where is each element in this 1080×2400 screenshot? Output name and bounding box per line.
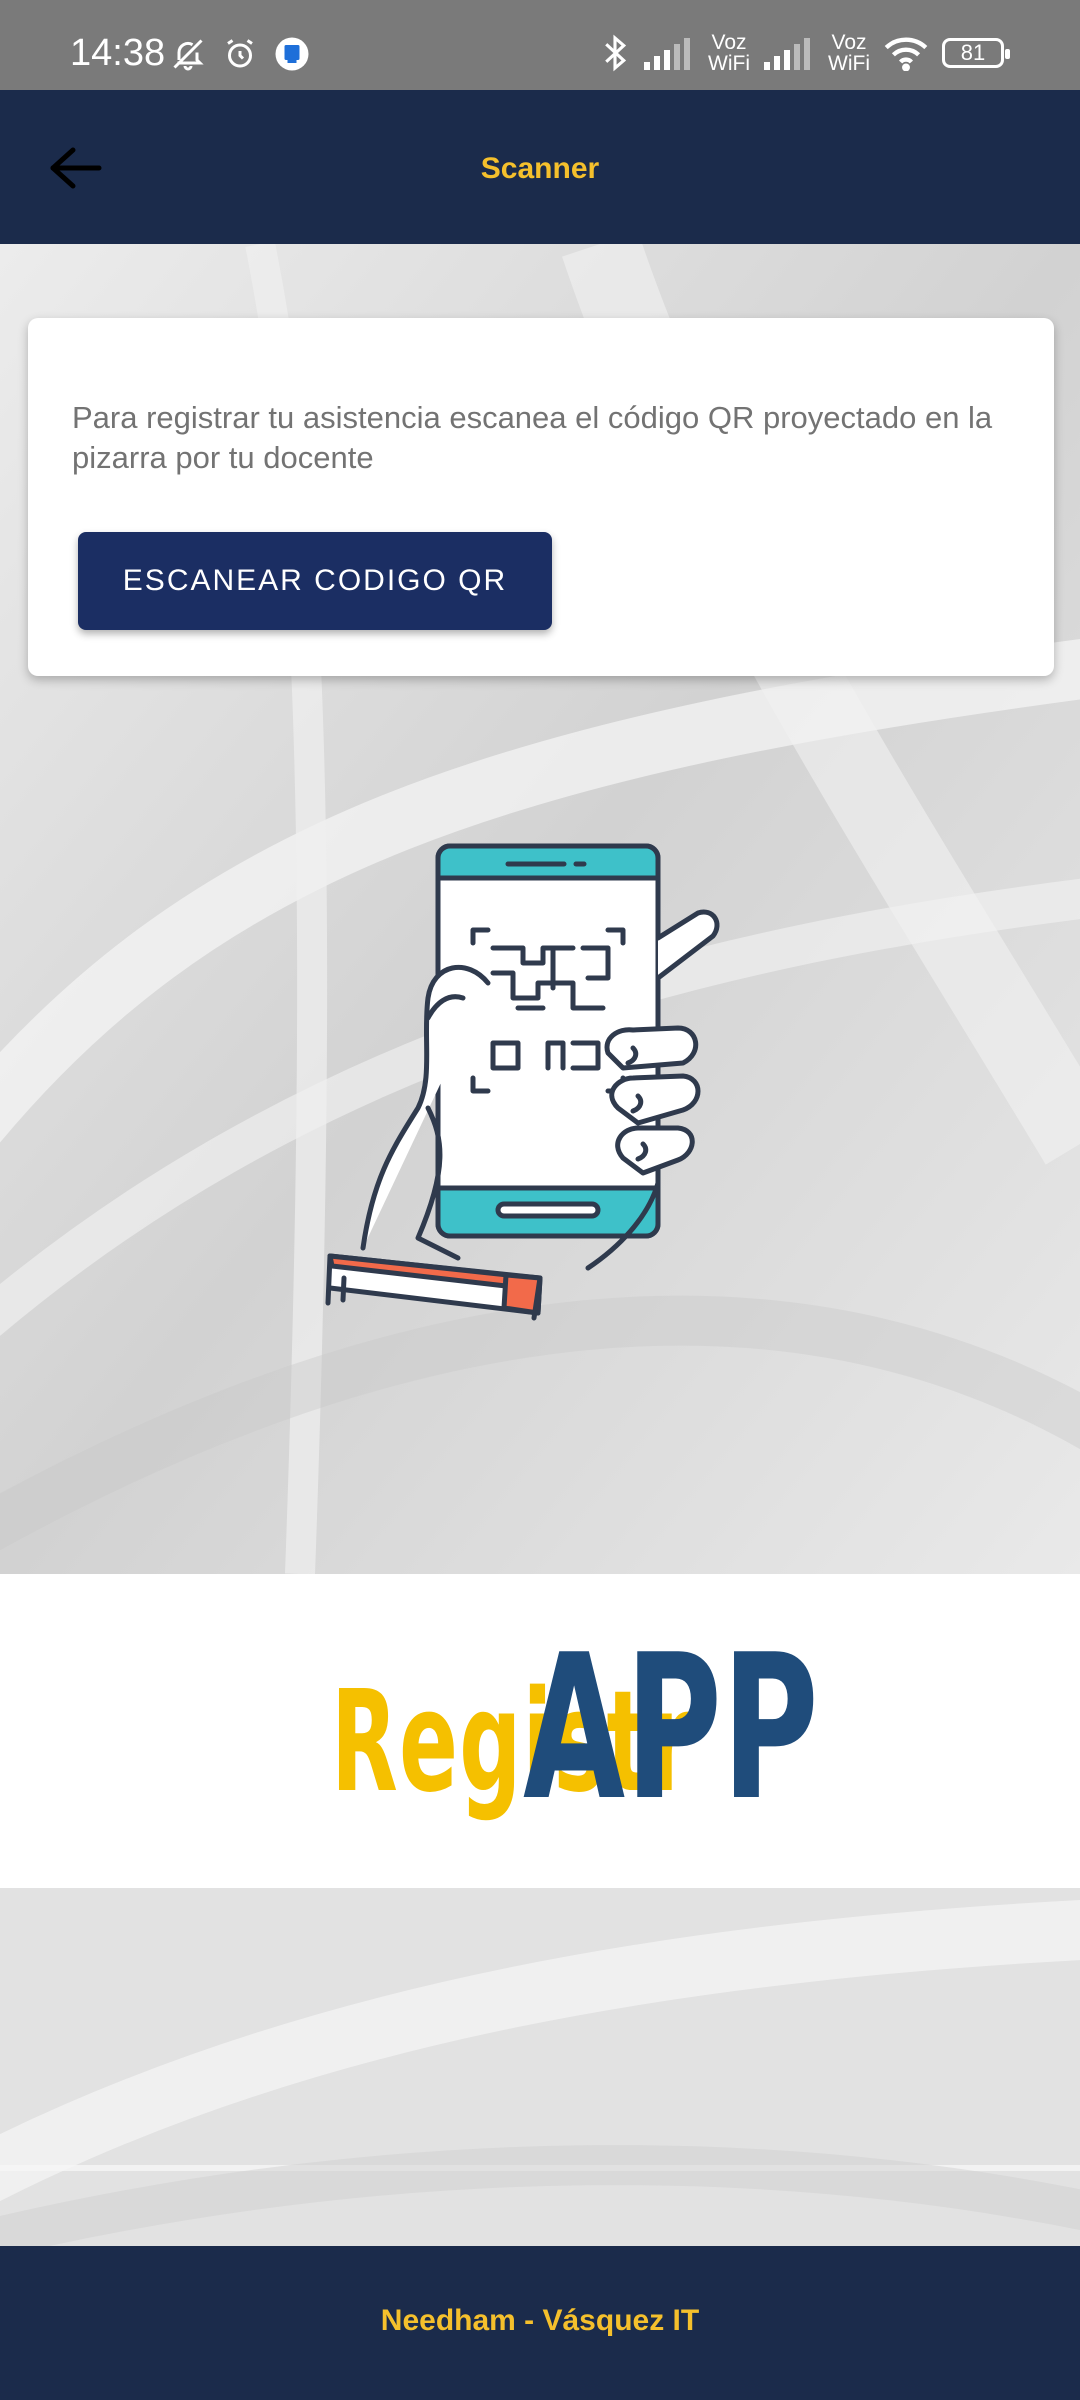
scan-qr-button[interactable]: ESCANEAR CODIGO QR [78, 532, 552, 630]
app-notification-icon [275, 37, 309, 71]
signal-icon-2 [764, 38, 811, 70]
wifi-text: WiFi [708, 52, 751, 75]
bell-off-icon [173, 39, 204, 71]
voz-text-2: Voz [831, 31, 867, 54]
status-right-icons: Voz WiFi Voz WiFi 81 [600, 32, 1010, 74]
logo-app-text: APP [523, 1612, 819, 1845]
alarm-icon [227, 39, 253, 68]
background-pattern-lower [0, 1888, 1080, 2246]
voz-text: Voz [711, 31, 747, 54]
logo-band: RegistrAPP [0, 1574, 1080, 1888]
page-title: Scanner [480, 152, 600, 185]
voz-wifi-label-2: Voz WiFi [828, 32, 870, 74]
screen: 14:38 Voz WiFi Voz WiFi 81 Scanner Para … [0, 0, 1080, 2400]
status-time: 14:38 [70, 32, 166, 74]
voz-wifi-label: Voz WiFi [708, 32, 750, 74]
status-bar: 14:38 Voz WiFi Voz WiFi 81 [0, 0, 1080, 90]
instruction-text: Para registrar tu asistencia escanea el … [72, 400, 993, 475]
battery-indicator: 81 [942, 38, 1010, 68]
status-left-icons [170, 36, 310, 72]
app-footer: Needham - Vásquez IT [0, 2246, 1080, 2400]
bluetooth-icon [605, 34, 627, 72]
hand-phone-qr-illustration [325, 843, 720, 1321]
app-header: Scanner [0, 90, 1080, 244]
instruction-card: Para registrar tu asistencia escanea el … [28, 318, 1054, 676]
wifi-text-2: WiFi [828, 52, 870, 75]
background-swoosh-lower [0, 1888, 1080, 2246]
wifi-icon [884, 37, 928, 71]
app-logo: RegistrAPP [0, 1612, 1080, 1845]
footer-credits: Needham - Vásquez IT [380, 2304, 700, 2337]
signal-icon [644, 38, 691, 70]
